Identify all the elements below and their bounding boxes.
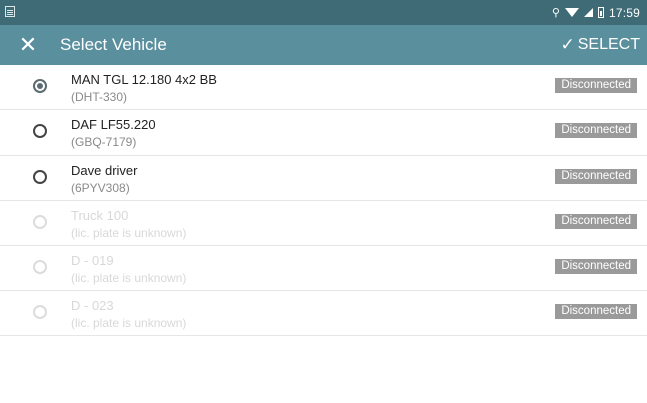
signal-icon <box>583 8 593 17</box>
vehicle-radio <box>33 215 47 229</box>
vehicle-row[interactable]: DAF LF55.220 (GBQ-7179) Disconnected <box>0 110 647 156</box>
vehicle-plate: (lic. plate is unknown) <box>71 316 187 330</box>
notification-icon <box>5 6 15 17</box>
vehicle-list: MAN TGL 12.180 4x2 BB (DHT-330) Disconne… <box>0 65 647 336</box>
vehicle-plate: (GBQ-7179) <box>71 135 137 149</box>
location-icon: ⚲ <box>551 7 560 19</box>
status-time: 17:59 <box>608 5 640 20</box>
select-button[interactable]: ✓ SELECT <box>561 35 641 55</box>
vehicle-row: D - 023 (lic. plate is unknown) Disconne… <box>0 291 647 336</box>
vehicle-radio[interactable] <box>33 124 47 138</box>
vehicle-plate: (6PYV308) <box>71 181 130 195</box>
vehicle-plate: (lic. plate is unknown) <box>71 271 187 285</box>
vehicle-name: Truck 100 <box>71 208 129 223</box>
vehicle-plate: (DHT-330) <box>71 90 128 104</box>
vehicle-radio <box>33 260 47 274</box>
status-bar: ⚲ 17:59 <box>0 0 647 25</box>
vehicle-name: MAN TGL 12.180 4x2 BB <box>71 72 217 87</box>
vehicle-name: Dave driver <box>71 163 138 178</box>
status-badge: Disconnected <box>555 259 637 274</box>
app-bar: ✕ Select Vehicle ✓ SELECT <box>0 25 647 65</box>
page-title: Select Vehicle <box>60 35 167 54</box>
status-icons: ⚲ 17:59 <box>552 5 640 20</box>
select-button-label: SELECT <box>577 36 640 53</box>
wifi-icon <box>564 8 579 17</box>
vehicle-name: D - 019 <box>71 253 114 268</box>
vehicle-radio[interactable] <box>33 79 47 93</box>
vehicle-row[interactable]: MAN TGL 12.180 4x2 BB (DHT-330) Disconne… <box>0 65 647 110</box>
vehicle-row: D - 019 (lic. plate is unknown) Disconne… <box>0 246 647 291</box>
vehicle-row[interactable]: Dave driver (6PYV308) Disconnected <box>0 156 647 201</box>
vehicle-name: D - 023 <box>71 298 114 313</box>
status-badge: Disconnected <box>555 169 637 184</box>
close-icon[interactable]: ✕ <box>14 31 42 59</box>
vehicle-row: Truck 100 (lic. plate is unknown) Discon… <box>0 201 647 246</box>
vehicle-name: DAF LF55.220 <box>71 117 156 132</box>
status-badge: Disconnected <box>555 214 637 229</box>
status-badge: Disconnected <box>555 78 637 93</box>
status-badge: Disconnected <box>555 304 637 319</box>
vehicle-plate: (lic. plate is unknown) <box>71 226 187 240</box>
vehicle-radio <box>33 305 47 319</box>
status-badge: Disconnected <box>555 123 637 138</box>
vehicle-radio[interactable] <box>33 170 47 184</box>
battery-icon <box>597 7 604 18</box>
check-icon: ✓ <box>560 35 575 54</box>
